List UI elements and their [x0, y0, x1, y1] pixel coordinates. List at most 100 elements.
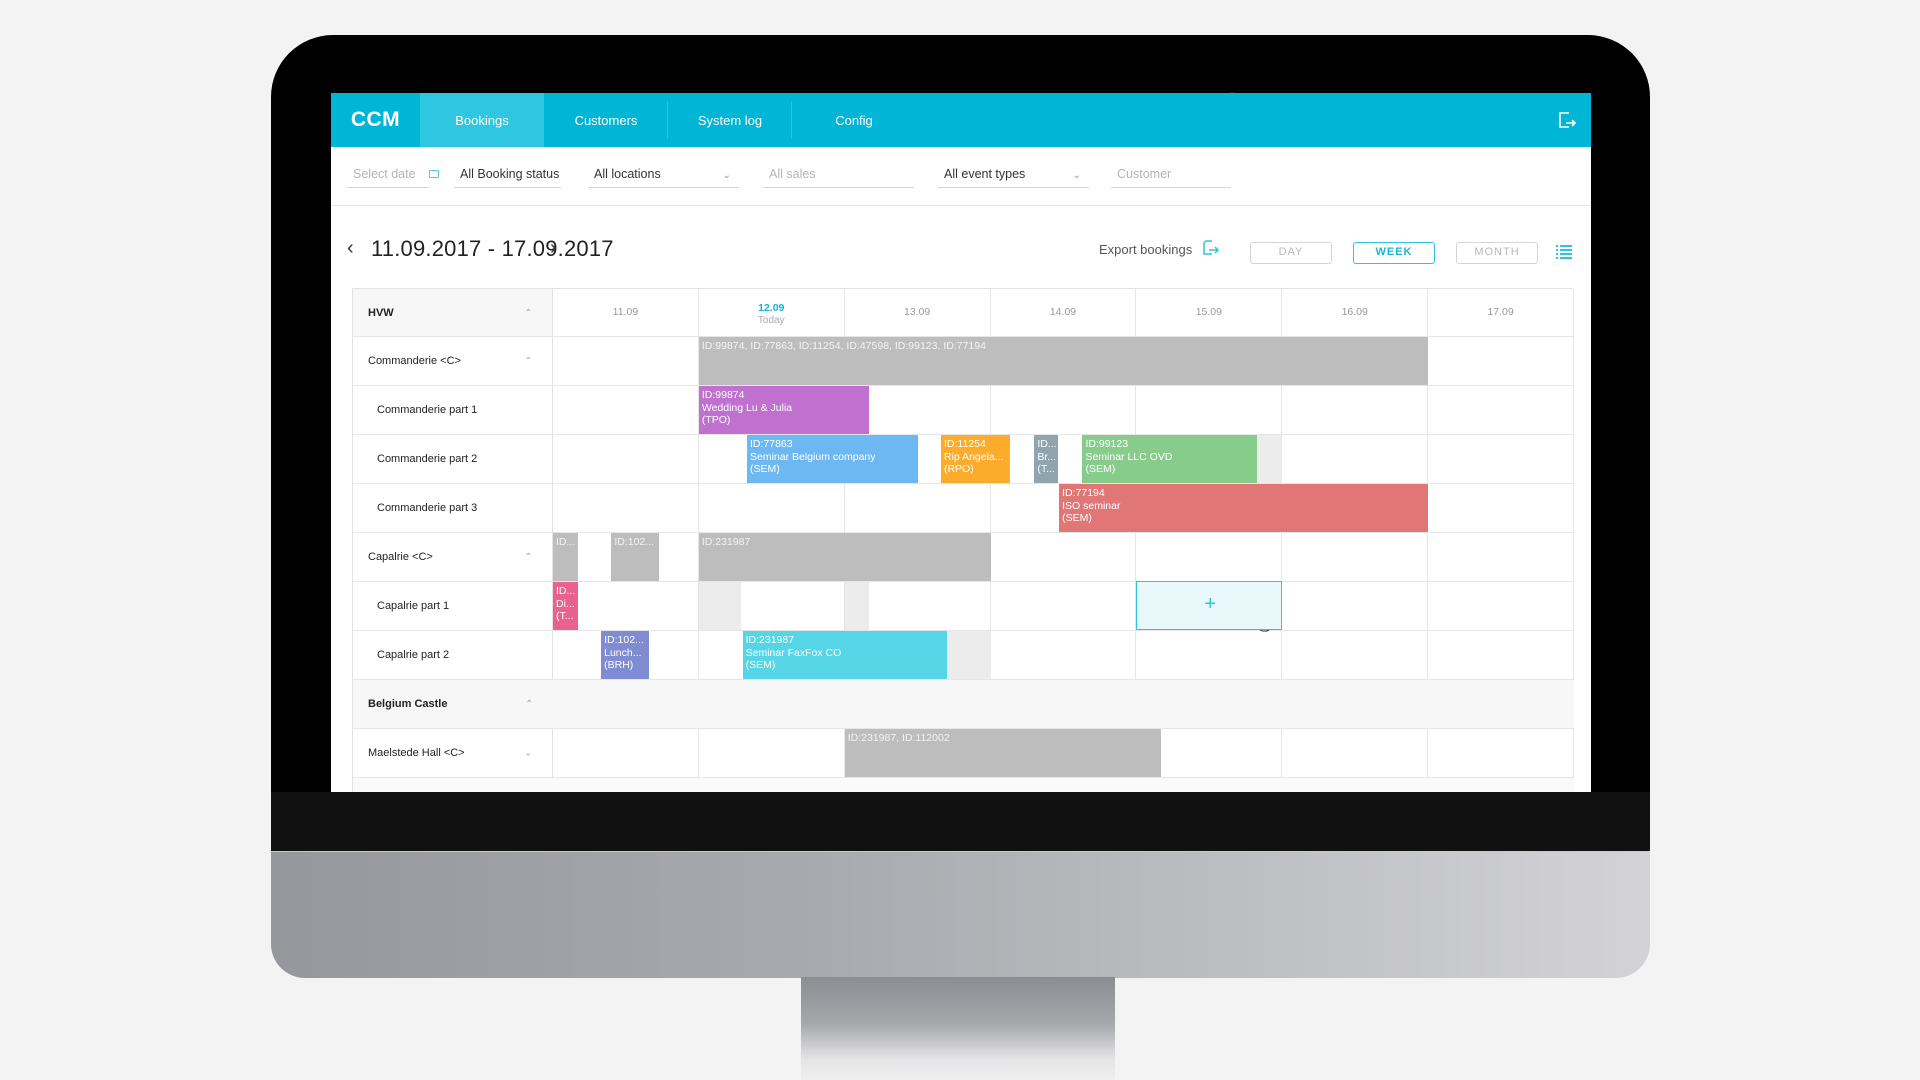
- booking-block[interactable]: ID:231987 Seminar FaxFox CO (SEM): [742, 631, 947, 679]
- day-cell[interactable]: [1282, 435, 1429, 483]
- booking-block[interactable]: ID... Di... (T...: [553, 582, 578, 630]
- day-header-12.09[interactable]: 12.09 Today: [699, 289, 845, 336]
- resource-row: Commanderie part 3 ID:77194 ISO seminar (SE…: [353, 484, 1574, 533]
- date-filter[interactable]: Select date: [347, 164, 439, 188]
- group-header-cell[interactable]: HVW ⌃: [353, 289, 553, 336]
- day-cell[interactable]: [553, 337, 699, 385]
- booking-block[interactable]: ID:102... Lunch... (BRH): [601, 631, 650, 679]
- day-cell[interactable]: [1282, 582, 1429, 630]
- day-cell[interactable]: [699, 729, 845, 777]
- day-cell[interactable]: [1282, 729, 1429, 777]
- resource-cells: ID:102... Lunch... (BRH) ID:231987 Seminar F…: [553, 631, 1574, 679]
- chevron-left-icon[interactable]: ‹: [347, 237, 354, 260]
- chevron-up-icon[interactable]: ⌃: [525, 699, 533, 710]
- day-cell[interactable]: [991, 386, 1137, 434]
- chevron-down-icon: ⌄: [544, 170, 553, 181]
- nav-tab-system-log[interactable]: System log: [668, 93, 792, 147]
- booking-summary-block[interactable]: ID:99874, ID:77863, ID:11254, ID:47598, …: [698, 337, 1429, 385]
- customer-input[interactable]: Customer: [1111, 164, 1231, 188]
- day-header-16.09[interactable]: 16.09: [1282, 289, 1429, 336]
- day-cell[interactable]: [1428, 337, 1574, 385]
- day-cell[interactable]: [1136, 631, 1283, 679]
- day-cell[interactable]: [1428, 435, 1574, 483]
- nav-tab-config[interactable]: Config: [792, 93, 916, 147]
- day-cell[interactable]: [553, 729, 699, 777]
- export-icon[interactable]: [1202, 239, 1220, 257]
- nav-tab-bookings[interactable]: Bookings: [420, 93, 544, 147]
- view-week-button[interactable]: WEEK: [1353, 242, 1435, 264]
- booking-block[interactable]: ID:11254 Rip Angela... (RPO): [940, 435, 1010, 483]
- day-cell[interactable]: [1136, 386, 1283, 434]
- view-day-button[interactable]: DAY: [1250, 242, 1332, 264]
- locations-value: All locations: [594, 167, 661, 181]
- day-header-11.09[interactable]: 11.09: [553, 289, 699, 336]
- day-cell[interactable]: [1428, 484, 1574, 532]
- day-cell[interactable]: [1428, 729, 1574, 777]
- day-header-17.09[interactable]: 17.09: [1428, 289, 1574, 336]
- export-bookings-button[interactable]: Export bookings: [1099, 242, 1192, 257]
- booking-line: (BRH): [604, 659, 634, 671]
- view-month-button[interactable]: MONTH: [1456, 242, 1538, 264]
- list-view-icon[interactable]: [1556, 245, 1572, 259]
- day-cell[interactable]: [991, 582, 1137, 630]
- day-header-15.09[interactable]: 15.09: [1136, 289, 1283, 336]
- booking-block[interactable]: ID:99874 Wedding Lu & Julia (TPO): [698, 386, 870, 434]
- booking-block[interactable]: ID:77863 Seminar Belgium company (SEM): [746, 435, 918, 483]
- day-cell[interactable]: [553, 435, 699, 483]
- chevron-down-icon: ⌄: [1072, 170, 1081, 181]
- chevron-up-icon[interactable]: ⌃: [524, 552, 532, 563]
- filter-bar: Select date All Booking status ⌄ All loc…: [331, 147, 1591, 206]
- day-cell[interactable]: [1282, 386, 1429, 434]
- resource-row: Belgium Castle ⌃: [353, 680, 1574, 729]
- resource-header[interactable]: Commanderie part 1: [353, 386, 553, 434]
- new-booking-cell[interactable]: +: [1136, 581, 1283, 630]
- booking-summary-block[interactable]: ID:102...: [611, 533, 660, 581]
- day-cell[interactable]: [991, 533, 1137, 581]
- resource-header[interactable]: Capalrie part 2: [353, 631, 553, 679]
- day-cell[interactable]: [991, 631, 1137, 679]
- chevron-right-icon[interactable]: ›: [550, 237, 557, 260]
- event-types-select[interactable]: All event types ⌄: [938, 164, 1089, 188]
- resource-header[interactable]: Commanderie part 2: [353, 435, 553, 483]
- chevron-up-icon[interactable]: ⌃: [524, 356, 532, 367]
- booking-line: Rip Angela...: [943, 450, 1004, 463]
- resource-header[interactable]: Commanderie part 3: [353, 484, 553, 532]
- logout-icon[interactable]: [1557, 111, 1577, 129]
- day-cell[interactable]: [1282, 631, 1429, 679]
- day-cell[interactable]: [1136, 533, 1283, 581]
- chevron-down-icon[interactable]: ⌄: [524, 748, 532, 759]
- day-cell[interactable]: [1428, 582, 1574, 630]
- booking-status-select[interactable]: All Booking status ⌄: [454, 164, 561, 188]
- day-header-label: 15.09: [1195, 306, 1222, 318]
- resource-header[interactable]: Belgium Castle ⌃: [353, 680, 553, 728]
- sales-input[interactable]: All sales: [763, 164, 914, 188]
- booking-block[interactable]: ID:99123 Seminar LLC OVD (SEM): [1082, 435, 1258, 483]
- chevron-up-icon[interactable]: ⌃: [524, 307, 532, 318]
- resource-header[interactable]: Capalrie <C> ⌃: [353, 533, 553, 581]
- day-cell[interactable]: [845, 484, 991, 532]
- day-cell[interactable]: [553, 386, 699, 434]
- calendar-icon[interactable]: [429, 170, 439, 178]
- booking-block[interactable]: ID... Br... (T...: [1034, 435, 1058, 483]
- day-cell[interactable]: [1428, 631, 1574, 679]
- unavailable-slot: [946, 631, 991, 679]
- locations-select[interactable]: All locations ⌄: [588, 164, 739, 188]
- resource-header[interactable]: Capalrie part 1: [353, 582, 553, 630]
- nav-tab-customers[interactable]: Customers: [544, 93, 668, 147]
- booking-summary-block[interactable]: ID...: [553, 533, 578, 581]
- day-header-14.09[interactable]: 14.09: [991, 289, 1137, 336]
- booking-calendar-grid: HVW ⌃ 11.09 12.09 Today 13.09 14.09 15.09 16.0…: [352, 288, 1574, 792]
- booking-summary-block[interactable]: ID:231987: [698, 533, 991, 581]
- day-cell[interactable]: [1428, 386, 1574, 434]
- resource-label: Belgium Castle: [368, 698, 448, 710]
- booking-summary-block[interactable]: ID:231987, ID:112002: [844, 729, 1162, 777]
- resource-header[interactable]: Commanderie <C> ⌃: [353, 337, 553, 385]
- day-cell[interactable]: [699, 484, 845, 532]
- day-cell[interactable]: [553, 484, 699, 532]
- day-cell[interactable]: [1428, 533, 1574, 581]
- booking-block[interactable]: ID:77194 ISO seminar (SEM): [1059, 484, 1429, 532]
- day-cell[interactable]: [1282, 533, 1429, 581]
- plus-icon[interactable]: +: [1204, 593, 1216, 616]
- resource-header[interactable]: Maelstede Hall <C> ⌄: [353, 729, 553, 777]
- day-header-13.09[interactable]: 13.09: [845, 289, 991, 336]
